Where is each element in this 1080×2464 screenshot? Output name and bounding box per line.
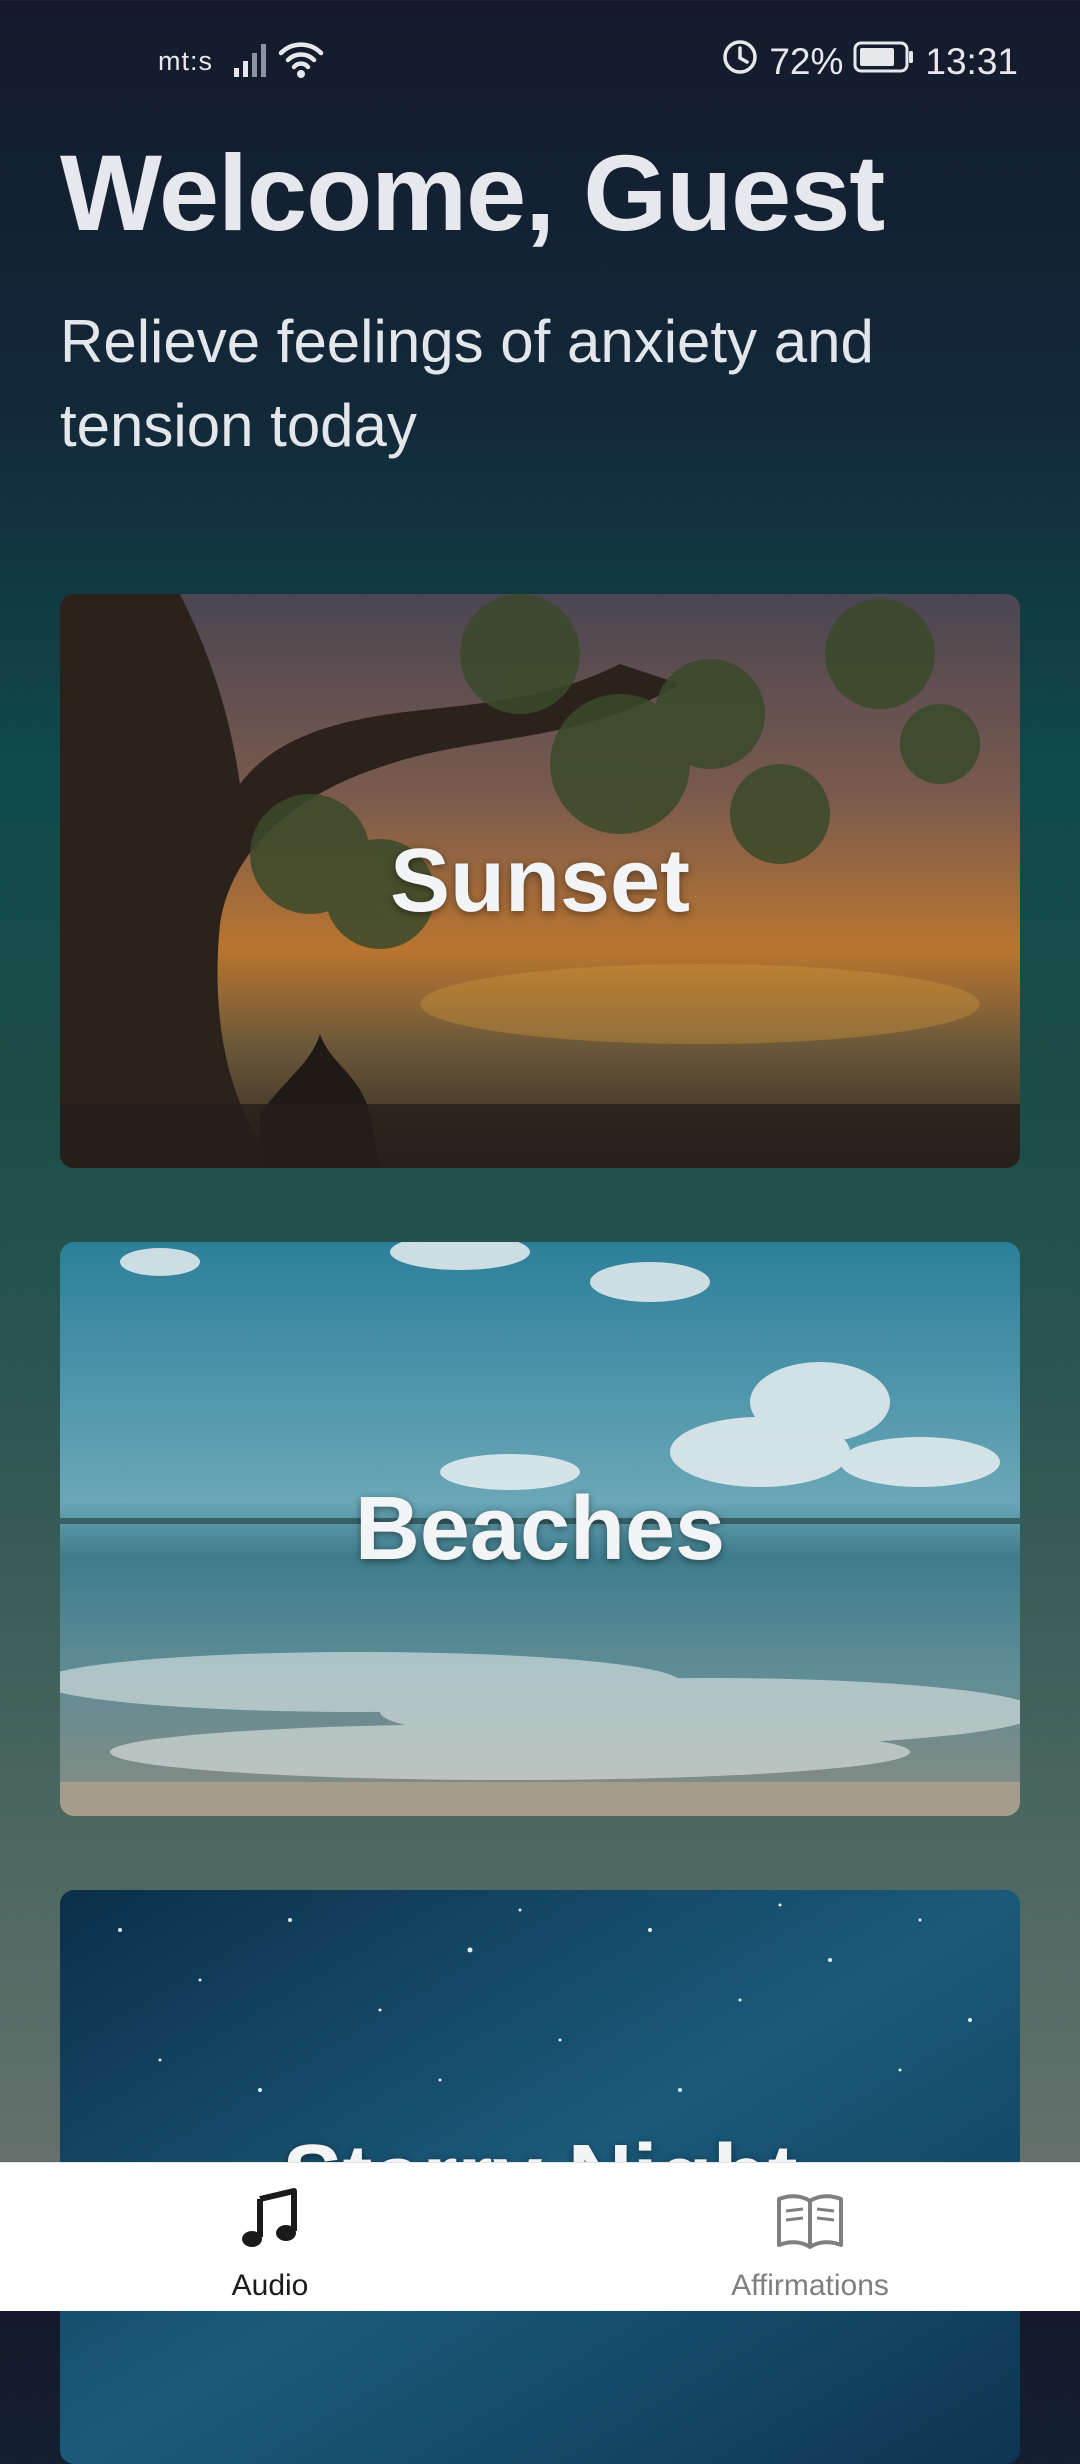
card-sunset-label: Sunset	[389, 830, 691, 931]
signal-icon	[232, 40, 272, 89]
card-beaches-label: Beaches	[354, 1478, 726, 1579]
card-beaches[interactable]: Beaches	[60, 1242, 1020, 1816]
music-note-icon	[238, 2187, 302, 2256]
status-bar: mt:s 72% 13:31	[0, 0, 1080, 125]
data-saver-icon	[721, 38, 759, 85]
status-right: 72% 13:31	[721, 38, 1018, 85]
book-icon	[773, 2187, 847, 2258]
page-title: Welcome, Guest	[60, 132, 885, 253]
card-sunset[interactable]: Sunset	[60, 594, 1020, 1168]
nav-affirmations[interactable]: Affirmations	[540, 2163, 1080, 2311]
nav-audio-label: Audio	[231, 2269, 309, 2302]
nav-audio[interactable]: Audio	[0, 2163, 540, 2311]
bottom-nav: Audio Affirmations	[0, 2162, 1080, 2311]
carrier-label: mt:s	[158, 46, 213, 76]
battery-percent: 72%	[769, 40, 844, 82]
clock: 13:31	[925, 40, 1018, 82]
battery-icon	[853, 40, 915, 83]
nav-affirmations-label: Affirmations	[731, 2269, 889, 2302]
page-subtitle: Relieve feelings of anxiety and tension …	[60, 308, 874, 459]
wifi-icon	[278, 40, 324, 89]
